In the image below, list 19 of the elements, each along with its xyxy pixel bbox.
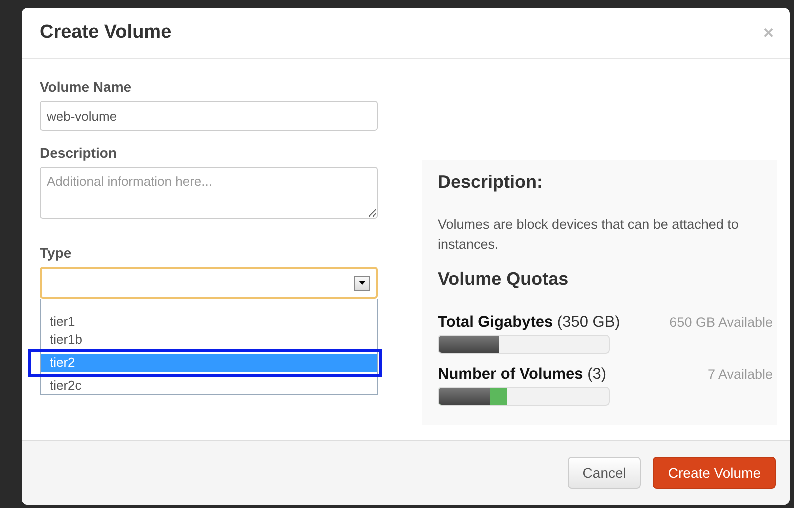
field-label: Volume Name [40,79,133,95]
select-field[interactable] [40,267,378,299]
create-button[interactable]: Create Volume [653,457,776,489]
cancel-button[interactable]: Cancel [568,457,642,489]
field-label: Description [40,145,118,161]
quotas-heading: Volume Quotas [438,269,570,290]
text-field[interactable]: web-volume [40,101,378,131]
dropdown-option[interactable]: tier1b [41,331,377,349]
description-text: Volumes are block devices that can be attached to instances. [438,216,740,254]
modal-title: Create Volume [40,22,172,44]
dropdown-option[interactable]: tier1 [41,313,377,331]
quota-available: 650 GB Available [670,315,773,330]
quota-available: 7 Available [708,367,773,382]
text-area[interactable]: Additional information here... [40,167,378,219]
dropdown-option[interactable]: tier2c [41,377,377,395]
field-label: Type [40,245,73,261]
quota-label: Total Gigabytes (350 GB) [438,314,620,332]
description-heading: Description: [438,172,544,193]
quota-label: Number of Volumes (3) [438,366,607,384]
